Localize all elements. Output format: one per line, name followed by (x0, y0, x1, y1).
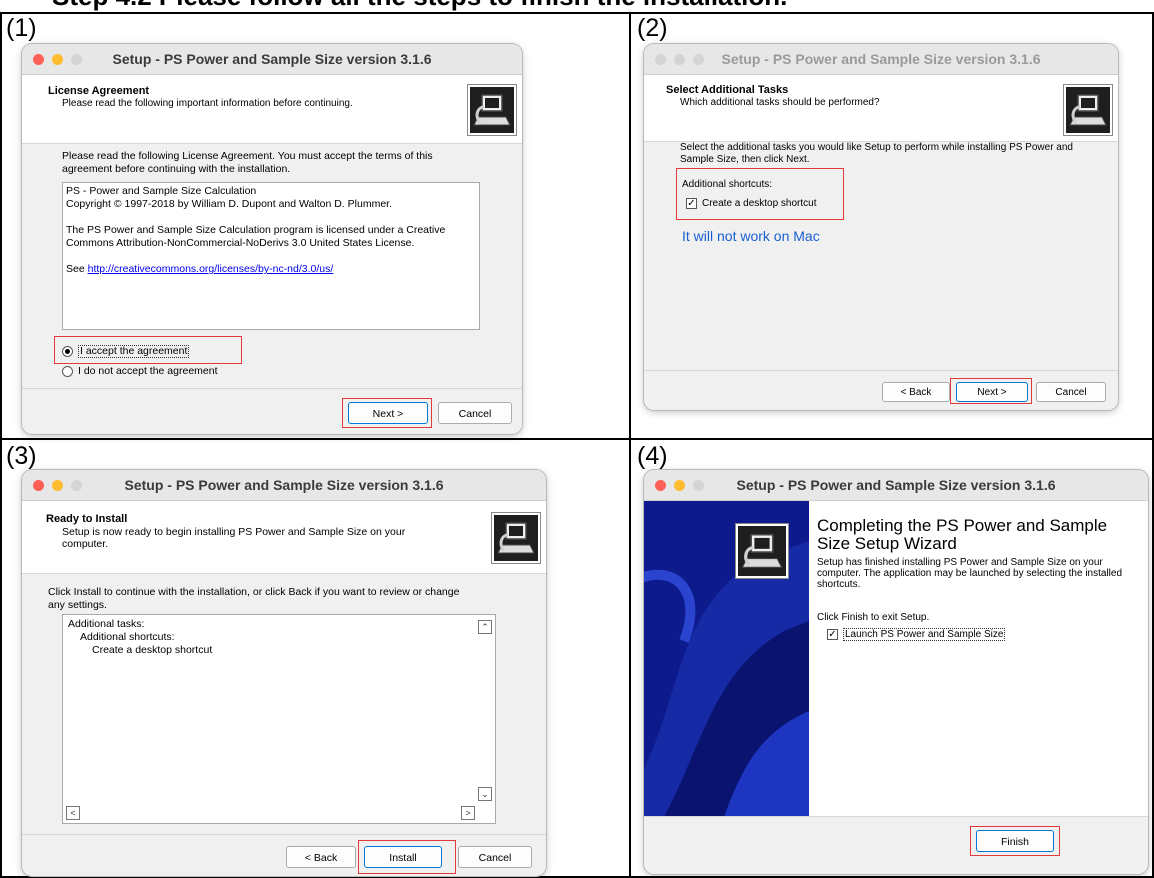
header-title: Ready to Install (46, 513, 128, 525)
decline-radio[interactable] (62, 366, 73, 377)
panel-number-2: (2) (637, 14, 668, 42)
click-finish-text: Click Finish to exit Setup. (817, 612, 930, 623)
footer-divider (644, 370, 1118, 371)
launch-checkbox[interactable]: ✓ (827, 629, 838, 640)
panel-number-3: (3) (6, 442, 37, 470)
tasks-window: Setup - PS Power and Sample Size version… (644, 44, 1118, 410)
footer-divider (22, 834, 546, 835)
license-line-1: PS - Power and Sample Size Calculation (66, 185, 257, 197)
license-link[interactable]: http://creativecommons.org/licenses/by-n… (88, 263, 334, 275)
license-paragraph: The PS Power and Sample Size Calculation… (66, 224, 446, 249)
launch-label[interactable]: Launch PS Power and Sample Size (843, 628, 1006, 641)
window-title: Setup - PS Power and Sample Size version… (124, 477, 444, 493)
setup-computer-icon (1064, 85, 1112, 135)
panel-number-4: (4) (637, 442, 668, 470)
back-button[interactable]: < Back (286, 846, 356, 868)
checkmark-icon: ✓ (828, 629, 837, 640)
finish-window: Setup - PS Power and Sample Size version… (644, 470, 1148, 874)
scroll-down-icon[interactable]: ⌄ (478, 787, 492, 801)
header-title: Select Additional Tasks (666, 84, 789, 96)
desktop-shortcut-label[interactable]: Create a desktop shortcut (702, 197, 817, 210)
see-label: See (66, 263, 88, 275)
summary-line-2: Additional shortcuts: (80, 631, 175, 643)
panel-number-1: (1) (6, 14, 37, 42)
wizard-title: Completing the PS Power and Sample Size … (817, 516, 1108, 553)
title-bar: Setup - PS Power and Sample Size version… (22, 44, 522, 75)
instructions-text: Please read the following License Agreem… (62, 150, 433, 175)
grid-line-middle (0, 438, 1154, 440)
wizard-header: Ready to Install Setup is now ready to b… (22, 501, 546, 574)
header-subtitle: Which additional tasks should be perform… (680, 97, 880, 108)
grid-line-left (0, 12, 2, 878)
setup-computer-icon (492, 513, 540, 563)
install-button[interactable]: Install (364, 846, 442, 868)
accept-radio[interactable] (62, 346, 73, 357)
header-subtitle: Setup is now ready to begin installing P… (62, 526, 406, 550)
setup-computer-icon (468, 85, 516, 135)
cancel-button[interactable]: Cancel (1036, 382, 1106, 402)
scroll-right-icon[interactable]: > (461, 806, 475, 820)
mac-note: It will not work on Mac (682, 228, 820, 244)
license-text-box[interactable]: PS - Power and Sample Size Calculation C… (62, 182, 480, 330)
wizard-content: Completing the PS Power and Sample Size … (809, 501, 1148, 816)
next-button[interactable]: Next > (348, 402, 428, 424)
checkmark-icon: ✓ (687, 198, 696, 209)
window-title: Setup - PS Power and Sample Size version… (721, 51, 1041, 67)
cancel-button[interactable]: Cancel (458, 846, 532, 868)
back-button[interactable]: < Back (882, 382, 950, 402)
wizard-header: Select Additional Tasks Which additional… (644, 75, 1118, 142)
footer-divider (22, 388, 522, 389)
shortcuts-label: Additional shortcuts: (682, 179, 773, 190)
title-bar: Setup - PS Power and Sample Size version… (644, 470, 1148, 501)
title-bar: Setup - PS Power and Sample Size version… (644, 44, 1118, 75)
title-bar: Setup - PS Power and Sample Size version… (22, 470, 546, 501)
scroll-up-icon[interactable]: ⌃ (478, 620, 492, 634)
scroll-left-icon[interactable]: < (66, 806, 80, 820)
window-title: Setup - PS Power and Sample Size version… (736, 477, 1056, 493)
instructions-text: Click Install to continue with the insta… (48, 586, 460, 611)
setup-computer-icon (736, 524, 788, 578)
accept-label[interactable]: I accept the agreement (78, 345, 190, 358)
install-summary-box[interactable]: Additional tasks: Additional shortcuts: … (62, 614, 496, 824)
footer-divider (644, 816, 1148, 817)
desktop-shortcut-checkbox[interactable]: ✓ (686, 198, 697, 209)
summary-line-1: Additional tasks: (68, 618, 145, 630)
instructions-text: Select the additional tasks you would li… (680, 142, 1073, 165)
grid-line-top (0, 12, 1154, 14)
license-line-2: Copyright © 1997-2018 by William D. Dupo… (66, 198, 392, 210)
finish-text: Setup has finished installing PS Power a… (817, 557, 1123, 590)
finish-button[interactable]: Finish (976, 830, 1054, 852)
shortcuts-highlight (676, 168, 844, 220)
header-title: License Agreement (48, 85, 150, 97)
decline-label[interactable]: I do not accept the agreement (78, 365, 218, 378)
header-subtitle: Please read the following important info… (62, 98, 353, 109)
grid-line-center (629, 12, 631, 878)
wizard-sidebar-image (644, 501, 809, 816)
next-button[interactable]: Next > (956, 382, 1028, 402)
cancel-button[interactable]: Cancel (438, 402, 512, 424)
ready-window: Setup - PS Power and Sample Size version… (22, 470, 546, 876)
wizard-header: License Agreement Please read the follow… (22, 75, 522, 144)
window-title: Setup - PS Power and Sample Size version… (112, 51, 432, 67)
license-window: Setup - PS Power and Sample Size version… (22, 44, 522, 434)
summary-line-3: Create a desktop shortcut (92, 644, 213, 656)
